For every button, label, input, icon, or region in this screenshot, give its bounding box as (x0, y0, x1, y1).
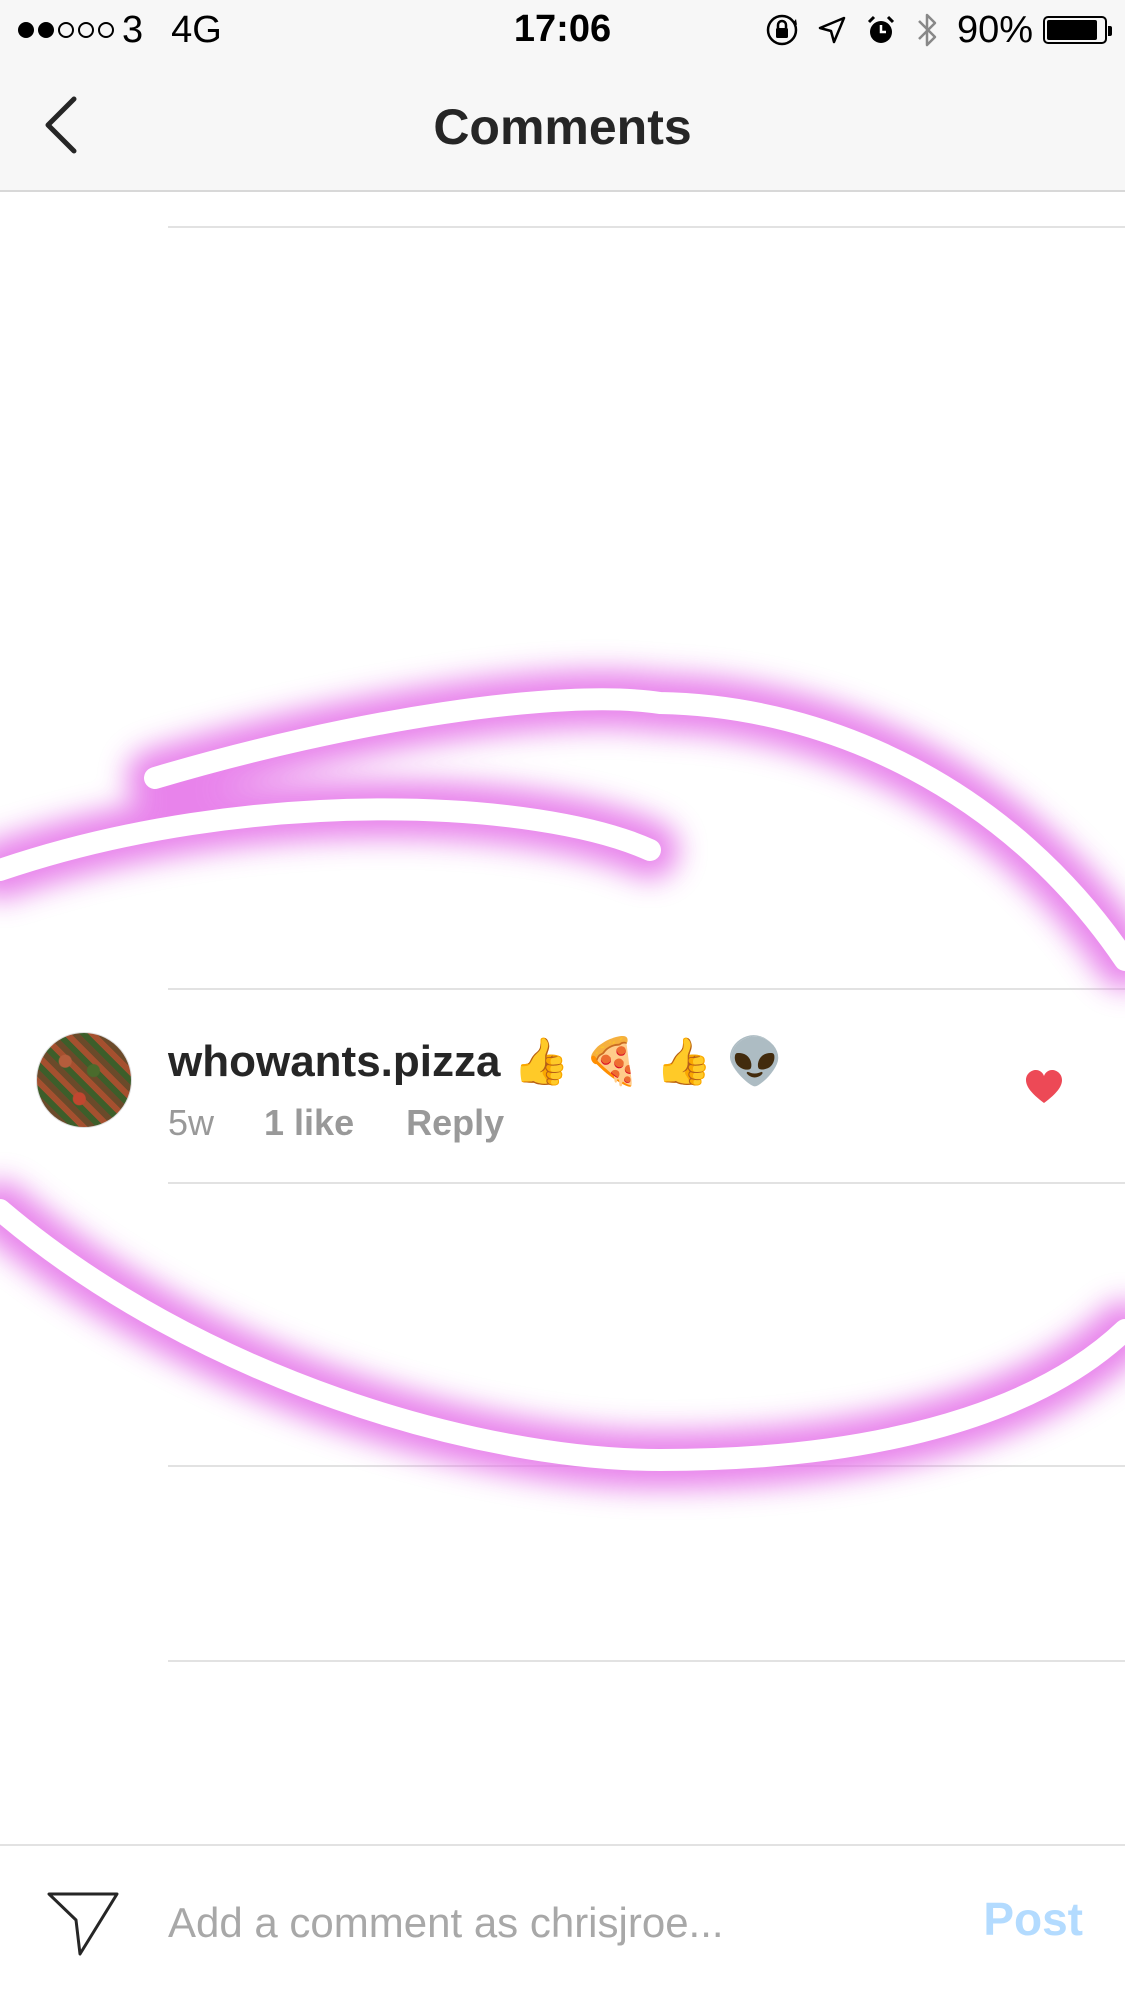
battery-icon (1043, 16, 1112, 44)
comment-text: 👍🍕👍👽 (512, 1034, 798, 1088)
battery-percent: 90% (956, 8, 1033, 51)
location-arrow-icon (817, 15, 847, 45)
comment-composer: Post (0, 1844, 1125, 2001)
page-title: Comments (433, 99, 692, 155)
comment-meta: 5w 1 like Reply (168, 1102, 504, 1144)
alarm-icon (865, 14, 897, 46)
reply-button[interactable]: Reply (406, 1102, 504, 1144)
comment-body: whowants.pizza 👍🍕👍👽 (168, 1034, 798, 1089)
comment-divider (168, 226, 1125, 228)
comment-likes-link[interactable]: 1 like (264, 1102, 354, 1144)
avatar[interactable] (36, 1032, 132, 1128)
status-right: 90% (765, 8, 1112, 52)
battery-fill (1047, 20, 1098, 40)
comment-username[interactable]: whowants.pizza (168, 1037, 500, 1087)
comment-divider (168, 1465, 1125, 1467)
comment-timestamp: 5w (168, 1102, 215, 1143)
nav-bar: Comments (0, 62, 1125, 192)
status-bar: 3 4G 17:06 90% (0, 0, 1125, 62)
comment-input[interactable] (168, 1886, 928, 1960)
post-button[interactable]: Post (983, 1892, 1083, 1946)
comment-divider (168, 1660, 1125, 1662)
orientation-lock-icon (765, 13, 799, 47)
paper-plane-icon[interactable] (46, 1890, 120, 1958)
comments-screen: 3 4G 17:06 90% Comments whowants.pizza 👍… (0, 0, 1125, 2001)
bluetooth-icon (915, 11, 939, 49)
heart-icon[interactable] (1024, 1068, 1064, 1108)
comment-row: whowants.pizza 👍🍕👍👽 5w 1 like Reply (0, 990, 1125, 1184)
